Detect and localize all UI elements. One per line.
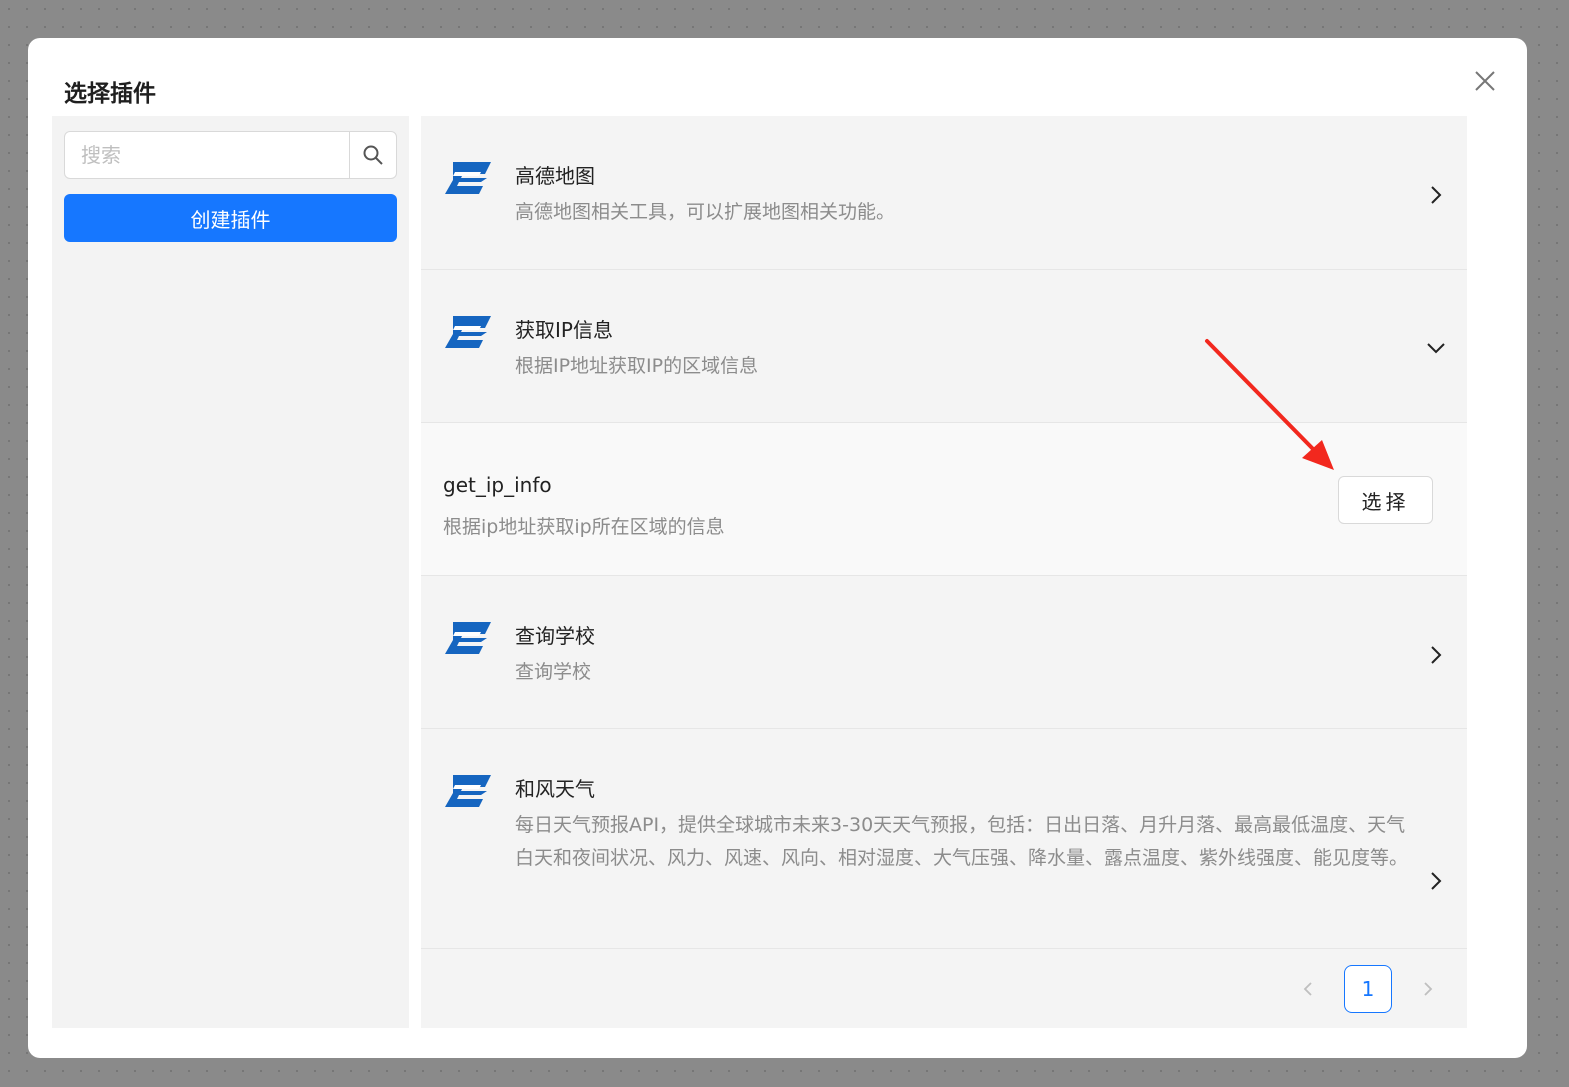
plugin-logo-icon xyxy=(445,622,491,654)
page-number[interactable]: 1 xyxy=(1344,965,1392,1013)
select-plugin-modal: 选择插件 创建插件 高德地图 高德地图相关工具，可以扩展地图相关功能。 xyxy=(28,38,1527,1058)
search-icon xyxy=(363,145,383,165)
prev-page-button[interactable] xyxy=(1284,965,1332,1013)
select-tool-button[interactable]: 选择 xyxy=(1338,476,1433,524)
chevron-left-icon xyxy=(1303,982,1312,996)
plugin-name: 获取IP信息 xyxy=(515,318,613,342)
sidebar: 创建插件 xyxy=(52,116,409,1028)
plugin-logo-icon xyxy=(445,316,491,348)
chevron-down-icon[interactable] xyxy=(1424,336,1448,360)
plugin-list: 高德地图 高德地图相关工具，可以扩展地图相关功能。 获取IP信息 根据IP地址获… xyxy=(421,116,1467,1028)
close-icon xyxy=(1475,71,1495,91)
chevron-right-icon[interactable] xyxy=(1424,183,1448,207)
plugin-name: 和风天气 xyxy=(515,777,595,801)
plugin-item-amap[interactable]: 高德地图 高德地图相关工具，可以扩展地图相关功能。 xyxy=(421,116,1467,270)
plugin-logo-icon xyxy=(445,775,491,807)
search-input[interactable] xyxy=(65,132,349,178)
plugin-logo-icon xyxy=(445,162,491,194)
chevron-right-icon[interactable] xyxy=(1424,869,1448,893)
next-page-button[interactable] xyxy=(1404,965,1452,1013)
plugin-name: 高德地图 xyxy=(515,164,595,188)
plugin-description: 高德地图相关工具，可以扩展地图相关功能。 xyxy=(515,201,896,223)
plugin-item-qweather[interactable]: 和风天气 每日天气预报API，提供全球城市未来3-30天天气预报，包括：日出日落… xyxy=(421,729,1467,949)
tool-description: 根据ip地址获取ip所在区域的信息 xyxy=(443,516,725,538)
plugin-description: 根据IP地址获取IP的区域信息 xyxy=(515,355,759,377)
plugin-name: 查询学校 xyxy=(515,624,595,648)
search-box xyxy=(64,131,397,179)
close-button[interactable] xyxy=(1468,64,1502,98)
search-button[interactable] xyxy=(349,132,396,178)
plugin-item-get-ip-info[interactable]: 获取IP信息 根据IP地址获取IP的区域信息 xyxy=(421,270,1467,423)
tool-item-get-ip-info: get_ip_info 根据ip地址获取ip所在区域的信息 选择 xyxy=(421,423,1467,576)
create-plugin-button[interactable]: 创建插件 xyxy=(64,194,397,242)
chevron-right-icon xyxy=(1424,982,1433,996)
chevron-right-icon[interactable] xyxy=(1424,643,1448,667)
plugin-description: 查询学校 xyxy=(515,661,592,683)
plugin-item-query-school[interactable]: 查询学校 查询学校 xyxy=(421,576,1467,729)
tool-name: get_ip_info xyxy=(443,473,552,497)
plugin-description: 每日天气预报API，提供全球城市未来3-30天天气预报，包括：日出日落、月升月落… xyxy=(515,814,1409,869)
modal-title: 选择插件 xyxy=(64,81,156,107)
